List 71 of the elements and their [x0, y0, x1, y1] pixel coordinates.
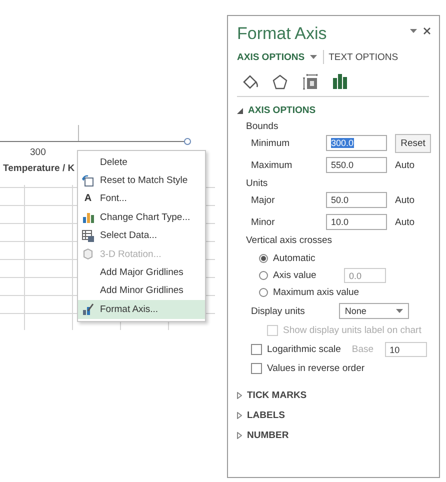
- menu-item[interactable]: Add Minor Gridlines: [78, 282, 205, 300]
- checkbox[interactable]: [251, 363, 262, 374]
- section-header[interactable]: AXIS OPTIONS: [237, 105, 431, 116]
- icon-tab[interactable]: [301, 73, 319, 90]
- radio-button[interactable]: [259, 288, 268, 297]
- menu-item[interactable]: Select Data...: [78, 226, 205, 245]
- checkbox-label: Values in reverse order: [267, 363, 365, 374]
- collapsed-triangle-icon: [237, 392, 242, 399]
- bar-chart-icon: [332, 73, 348, 89]
- group-label: Bounds: [246, 121, 280, 132]
- paint-bucket-icon: [242, 74, 258, 90]
- number-field[interactable]: 300.0: [326, 135, 387, 151]
- field-label: Display units: [251, 306, 305, 316]
- section-header[interactable]: TICK MARKS: [237, 390, 431, 401]
- menu-item[interactable]: Format Axis...: [78, 300, 205, 319]
- format-axis-icon: [82, 303, 94, 316]
- field-label: Minor: [251, 216, 276, 228]
- collapsed-triangle-icon: [237, 432, 242, 439]
- auto-label: Auto: [395, 194, 415, 206]
- icon-tab[interactable]: [331, 73, 349, 90]
- radio-button[interactable]: [259, 254, 268, 263]
- expanded-triangle-icon: [237, 108, 243, 114]
- cube-icon: [82, 248, 94, 260]
- base-field[interactable]: 10: [384, 342, 427, 357]
- menu-item[interactable]: Change Chart Type...: [78, 208, 205, 227]
- number-field[interactable]: 50.0: [326, 192, 387, 208]
- axis-title: Temperature / K: [3, 163, 75, 174]
- reset-button[interactable]: Reset: [395, 134, 431, 152]
- reset-style-icon: [82, 174, 94, 187]
- size-properties-icon: [302, 74, 318, 90]
- group-label: Units: [246, 178, 269, 189]
- group-label: Vertical axis crosses: [246, 235, 334, 246]
- base-label: Base: [352, 344, 374, 355]
- icon-tab[interactable]: [241, 73, 259, 90]
- close-icon[interactable]: [423, 27, 431, 35]
- section-header[interactable]: NUMBER: [237, 430, 431, 441]
- tab[interactable]: AXIS OPTIONS: [237, 52, 323, 62]
- axis-label: 300: [30, 147, 46, 158]
- display-units-dropdown[interactable]: None: [338, 303, 409, 319]
- menu-item[interactable]: A Font...: [78, 190, 205, 208]
- section-header[interactable]: LABELS: [237, 410, 431, 421]
- pentagon-icon: [272, 74, 288, 90]
- icon-tab[interactable]: [271, 73, 289, 90]
- radio-label: Axis value: [273, 270, 316, 281]
- tab[interactable]: TEXT OPTIONS: [328, 52, 404, 62]
- caret-icon: [396, 309, 403, 313]
- menu-item[interactable]: Reset to Match Style: [78, 171, 205, 190]
- pane-title: Format Axis: [237, 24, 327, 44]
- selection-handle[interactable]: [184, 138, 191, 145]
- auto-label: Auto: [395, 216, 415, 228]
- field-label: Maximum: [251, 160, 294, 170]
- number-field[interactable]: 10.0: [326, 214, 387, 230]
- checkbox[interactable]: [251, 344, 262, 355]
- menu-item[interactable]: Add Major Gridlines: [78, 263, 205, 282]
- collapsed-triangle-icon: [237, 412, 242, 419]
- number-field[interactable]: 550.0: [326, 157, 387, 173]
- dropdown-arrow-icon[interactable]: [410, 29, 417, 33]
- table-icon: [82, 230, 94, 242]
- auto-label: Auto: [395, 160, 415, 170]
- field-label: Major: [251, 194, 276, 206]
- menu-item[interactable]: Delete: [78, 153, 205, 172]
- radio-label: Maximum axis value: [273, 287, 360, 298]
- caret-icon: [310, 55, 317, 59]
- bar-chart-icon: [82, 211, 94, 224]
- checkbox-label: Show display units label on chart: [283, 325, 422, 336]
- radio-label: Automatic: [273, 253, 316, 264]
- checkbox-label: Logarithmic scale: [267, 344, 341, 355]
- axis-value-field[interactable]: 0.0: [344, 268, 386, 283]
- radio-button[interactable]: [259, 271, 268, 280]
- font-icon: A: [82, 192, 94, 205]
- field-label: Minimum: [251, 138, 291, 148]
